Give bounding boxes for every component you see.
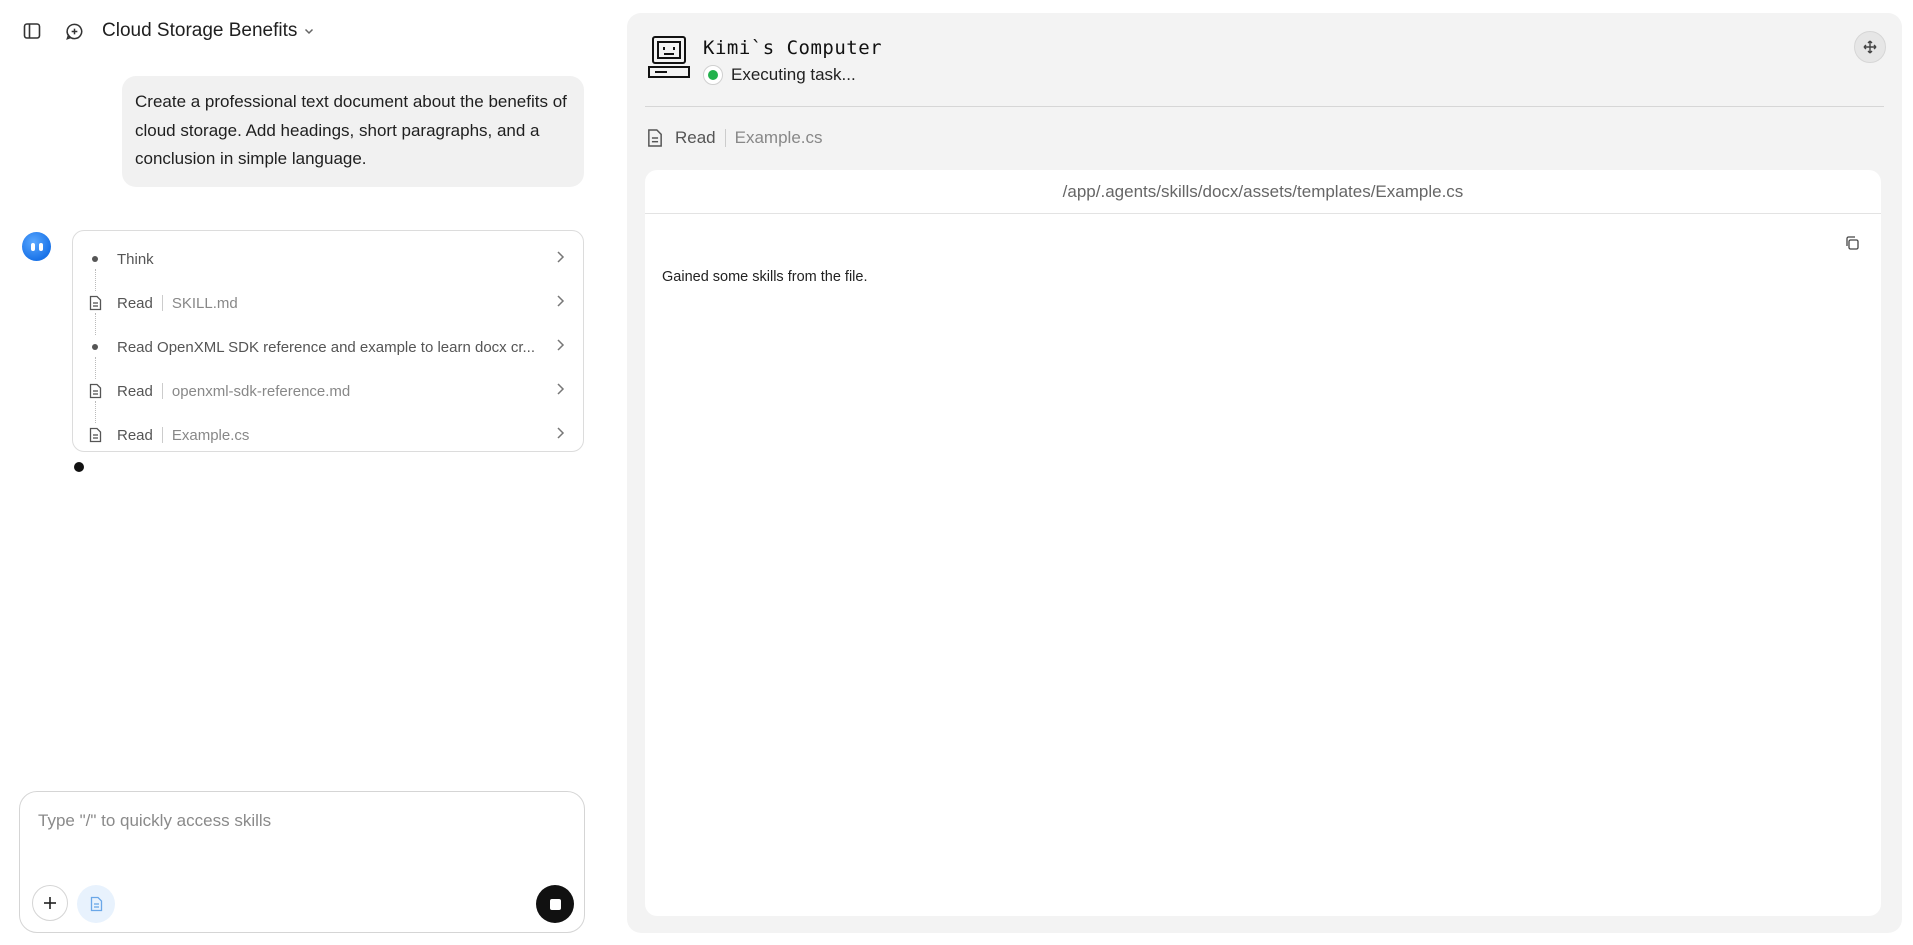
computer-header: Kimi`s Computer Executing task... (647, 35, 882, 85)
stop-icon (549, 898, 561, 910)
add-attachment-button[interactable] (32, 885, 68, 921)
chat-topbar: Cloud Storage Benefits (18, 18, 315, 44)
user-message-bubble: Create a professional text document abou… (122, 76, 584, 187)
step-file-name: SKILL.md (171, 294, 238, 312)
copy-icon (1846, 236, 1859, 250)
chat-panel: Cloud Storage Benefits Create a professi… (0, 0, 600, 945)
bullet-icon (87, 250, 103, 268)
divider (645, 106, 1884, 107)
new-chat-icon[interactable] (60, 17, 88, 45)
chevron-right-icon (555, 294, 565, 312)
chevron-right-icon (555, 338, 565, 356)
step-item-read-reference[interactable]: Read openxml-sdk-reference.md (73, 369, 583, 423)
message-input[interactable] (38, 806, 558, 836)
chat-title-dropdown[interactable]: Cloud Storage Benefits (102, 20, 315, 42)
app-root: Cloud Storage Benefits Create a professi… (0, 0, 1913, 945)
divider (161, 383, 163, 399)
document-icon (648, 129, 662, 147)
sidebar-toggle-icon[interactable] (18, 17, 46, 45)
action-label: Read (675, 128, 716, 147)
document-icon (87, 382, 103, 400)
step-item-read-openxml[interactable]: Read OpenXML SDK reference and example t… (73, 325, 583, 379)
chat-title: Cloud Storage Benefits (102, 20, 298, 41)
document-icon (87, 426, 103, 444)
step-label: Read OpenXML SDK reference and example t… (117, 338, 536, 356)
chevron-down-icon (305, 28, 314, 35)
loading-indicator (74, 462, 84, 472)
computer-title-block: Kimi`s Computer Executing task... (703, 35, 882, 85)
current-action: Read Example.cs (647, 128, 823, 148)
step-item-read-example[interactable]: Read Example.cs (73, 413, 583, 457)
step-file-name: openxml-sdk-reference.md (171, 382, 351, 400)
plus-icon (44, 897, 56, 909)
task-steps-card: Think Read SKILL.md Read OpenXML SDK ref… (72, 230, 584, 452)
chevron-right-icon (555, 426, 565, 444)
divider (161, 427, 163, 443)
document-icon (90, 896, 102, 912)
status-indicator-icon (703, 65, 723, 85)
assistant-avatar-icon (22, 232, 51, 261)
copy-button[interactable] (1841, 232, 1863, 254)
step-item-read-skill[interactable]: Read SKILL.md (73, 281, 583, 335)
file-content: Gained some skills from the file. (662, 269, 868, 285)
step-label: Read (117, 294, 153, 312)
step-file-name: Example.cs (171, 426, 250, 444)
chevron-right-icon (555, 382, 565, 400)
computer-panel: Kimi`s Computer Executing task... Read E… (627, 13, 1902, 933)
document-icon (87, 294, 103, 312)
stop-button[interactable] (536, 885, 574, 923)
action-file-name: Example.cs (734, 128, 823, 147)
file-path: /app/.agents/skills/docx/assets/template… (645, 170, 1881, 214)
document-skill-button[interactable] (77, 885, 115, 923)
step-item-think[interactable]: Think (73, 237, 583, 291)
computer-title: Kimi`s Computer (703, 37, 883, 59)
message-composer (19, 791, 585, 933)
chevron-right-icon (555, 250, 565, 268)
step-label: Read (117, 426, 153, 444)
bullet-icon (87, 338, 103, 356)
task-status: Executing task... (703, 65, 882, 85)
step-label: Think (117, 250, 154, 268)
expand-icon (1863, 40, 1877, 54)
computer-icon (648, 36, 690, 78)
divider (161, 295, 163, 311)
file-viewer: /app/.agents/skills/docx/assets/template… (645, 170, 1881, 916)
status-text: Executing task... (731, 65, 856, 84)
divider (724, 129, 726, 147)
step-label: Read (117, 382, 153, 400)
expand-button[interactable] (1854, 31, 1886, 63)
